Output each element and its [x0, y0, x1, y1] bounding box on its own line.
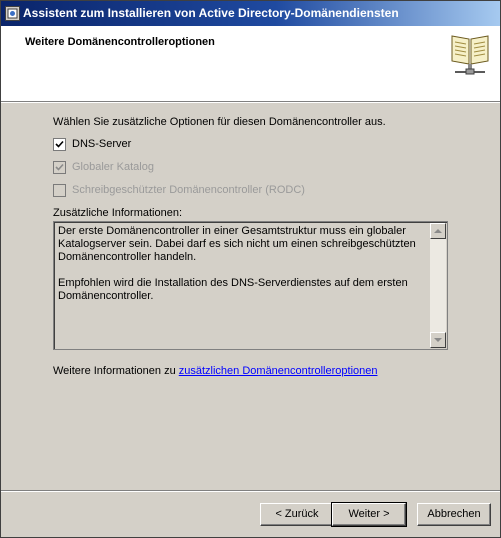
- more-info-link[interactable]: zusätzlichen Domänencontrolleroptionen: [179, 365, 378, 377]
- info-paragraph: Empfohlen wird die Installation des DNS-…: [58, 277, 408, 302]
- scroll-up-button[interactable]: [430, 223, 446, 239]
- book-network-icon: [451, 35, 489, 75]
- arrow-up-icon: [434, 229, 442, 233]
- arrow-down-icon: [434, 338, 442, 342]
- additional-info-content: Der erste Domänencontroller in einer Ges…: [58, 225, 424, 316]
- additional-info-label: Zusätzliche Informationen:: [53, 207, 183, 219]
- vertical-scrollbar[interactable]: [430, 223, 446, 348]
- global-catalog-checkbox: [53, 161, 66, 174]
- footer-divider-highlight: [1, 491, 500, 492]
- checkmark-icon: [55, 140, 64, 148]
- wizard-window: Assistent zum Installieren von Active Di…: [0, 0, 501, 538]
- rodc-label: Schreibgeschützter Domänencontroller (RO…: [72, 184, 305, 196]
- header-divider: [1, 102, 500, 103]
- global-catalog-label: Globaler Katalog: [72, 161, 154, 173]
- more-info-text: Weitere Informationen zu zusätzlichen Do…: [53, 365, 377, 377]
- back-button[interactable]: < Zurück: [260, 503, 334, 526]
- rodc-checkbox: [53, 184, 66, 197]
- intro-text: Wählen Sie zusätzliche Optionen für dies…: [53, 116, 386, 128]
- additional-info-textbox[interactable]: Der erste Domänencontroller in einer Ges…: [53, 221, 448, 350]
- scroll-down-button[interactable]: [430, 332, 446, 348]
- cancel-button[interactable]: Abbrechen: [417, 503, 491, 526]
- window-title: Assistent zum Installieren von Active Di…: [23, 6, 399, 20]
- next-button[interactable]: Weiter >: [331, 502, 407, 527]
- title-bar[interactable]: Assistent zum Installieren von Active Di…: [1, 1, 500, 26]
- more-info-prefix: Weitere Informationen zu: [53, 365, 179, 377]
- wizard-app-icon: [5, 6, 20, 21]
- dns-server-checkbox[interactable]: [53, 138, 66, 151]
- dns-server-label[interactable]: DNS-Server: [72, 138, 131, 150]
- checkmark-icon: [55, 163, 64, 171]
- wizard-header: Weitere Domänencontrolleroptionen: [1, 26, 500, 102]
- page-title: Weitere Domänencontrolleroptionen: [25, 36, 215, 48]
- info-paragraph: Der erste Domänencontroller in einer Ges…: [58, 225, 416, 263]
